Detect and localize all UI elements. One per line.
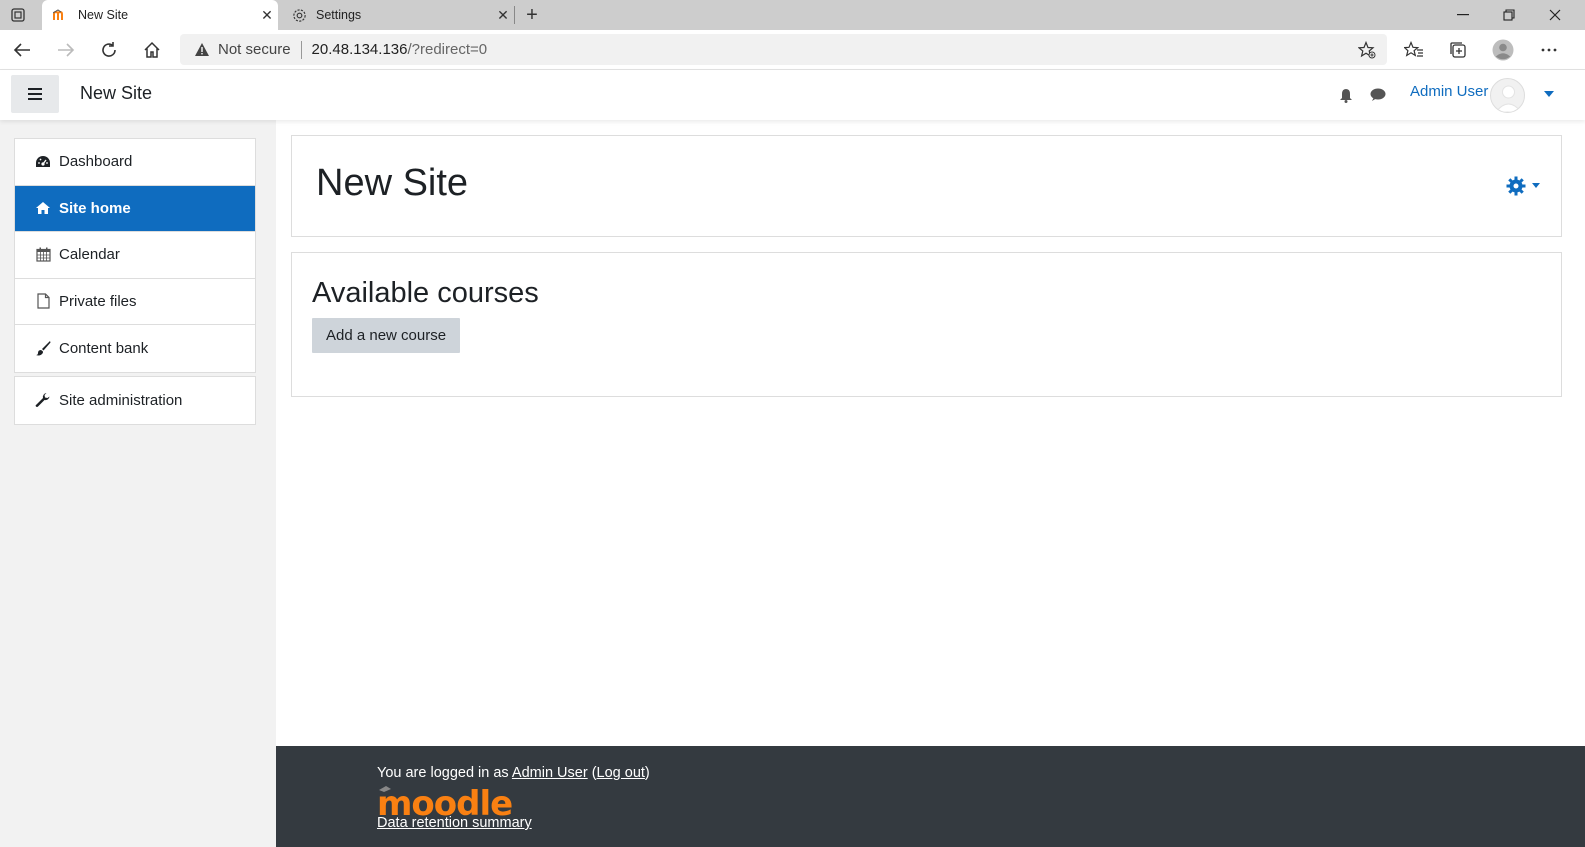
tab-close-icon[interactable]: ✕ [492,7,514,24]
tab-separator [514,6,515,24]
chevron-down-icon [1532,183,1540,188]
graduation-cap-icon [379,786,391,792]
logout-open: ( [587,765,597,781]
address-bar[interactable]: Not secure 20.48.134.136 /?redirect=0 [180,34,1387,65]
avatar[interactable] [1490,78,1525,113]
warning-icon[interactable] [194,42,210,57]
moodle-favicon-icon [52,9,70,21]
nav-item-private-files[interactable]: Private files [15,279,255,325]
refresh-icon[interactable] [95,36,123,64]
more-options-icon[interactable] [1535,36,1563,64]
nav-item-label: Calendar [59,246,120,264]
chat-bubble-icon[interactable] [1369,86,1387,104]
nav-item-label: Private files [59,292,137,310]
minimize-button[interactable] [1440,0,1486,30]
home-icon [35,200,51,216]
calendar-icon [35,247,51,263]
forward-arrow-icon[interactable] [52,36,80,64]
add-new-course-button[interactable]: Add a new course [312,318,461,353]
page-title: New Site [316,162,469,204]
file-icon [35,293,51,309]
nav-item-label: Dashboard [59,153,133,171]
home-icon[interactable] [138,36,166,64]
wrench-icon [35,392,51,408]
available-courses-card: Available courses Add a new course [291,252,1562,397]
new-tab-button[interactable]: + [520,3,544,27]
logged-in-prefix: You are logged in as [377,765,512,781]
tab-title: Settings [316,8,362,22]
tab-new-site[interactable]: New Site ✕ [42,0,278,30]
tab-settings[interactable]: Settings ✕ [280,0,514,30]
browser-toolbar: Not secure 20.48.134.136 /?redirect=0 [0,30,1585,70]
nav-drawer: Dashboard Site home Calendar Private fil… [0,120,276,847]
url-host: 20.48.134.136 [311,41,408,58]
logout-link[interactable]: Log out [597,765,645,781]
collections-icon[interactable] [1444,36,1472,64]
chevron-down-icon[interactable] [1543,88,1555,100]
user-menu-name[interactable]: Admin User [1410,83,1488,100]
nav-item-calendar[interactable]: Calendar [15,232,255,279]
profile-icon[interactable] [1489,36,1517,64]
drawer-toggle-button[interactable] [11,75,59,113]
logout-close: ) [644,765,650,781]
moodle-header: New Site Admin User [0,70,1585,120]
settings-menu-button[interactable] [1503,174,1543,198]
nav-item-label: Site administration [59,391,183,409]
data-retention-link[interactable]: Data retention summary [377,815,532,831]
bell-icon[interactable] [1337,86,1355,104]
nav-item-label: Site home [59,199,131,217]
nav-item-site-home[interactable]: Site home [15,185,255,232]
gear-icon [1506,176,1526,196]
dashboard-icon [35,154,51,170]
page-header-card: New Site [291,135,1562,237]
footer-user-link[interactable]: Admin User [512,765,588,781]
nav-item-label: Content bank [59,339,149,357]
browser-tab-strip: New Site ✕ Settings ✕ + [0,0,1585,30]
gear-icon [290,8,308,23]
restore-button[interactable] [1486,0,1532,30]
nav-item-dashboard[interactable]: Dashboard [15,139,255,186]
url-path: /?redirect=0 [407,41,488,58]
add-favorite-icon[interactable] [1357,40,1377,60]
courses-heading: Available courses [312,277,539,309]
favorites-icon[interactable] [1400,36,1428,64]
close-window-button[interactable] [1532,0,1578,30]
nav-item-site-administration[interactable]: Site administration [15,377,255,424]
back-arrow-icon[interactable] [8,36,36,64]
tab-title: New Site [78,8,129,22]
page-footer: You are logged in as Admin User (Log out… [276,746,1585,847]
tab-actions-icon[interactable] [4,4,32,26]
logged-in-info: You are logged in as Admin User (Log out… [377,765,650,781]
nav-admin-group: Site administration [14,376,256,425]
not-secure-label[interactable]: Not secure [218,41,291,58]
nav-item-content-bank[interactable]: Content bank [15,325,255,372]
address-separator [300,40,302,59]
site-name-link[interactable]: New Site [80,83,152,104]
nav-primary-group: Dashboard Site home Calendar Private fil… [14,138,256,373]
tab-close-icon[interactable]: ✕ [256,7,278,24]
paintbrush-icon [35,340,51,356]
